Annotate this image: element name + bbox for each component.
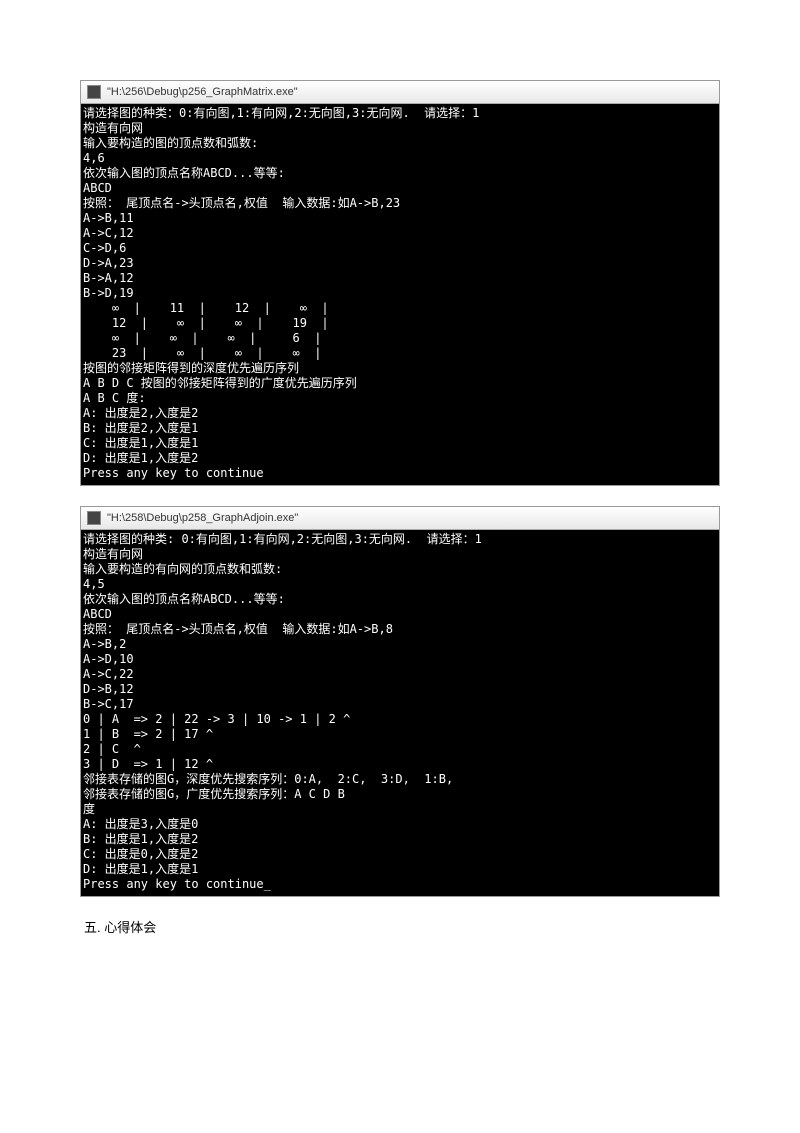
section-heading: 五. 心得体会 (84, 917, 720, 936)
app-icon (87, 511, 101, 525)
console-window-2: "H:\258\Debug\p258_GraphAdjoin.exe" 请选择图… (80, 506, 720, 897)
app-icon (87, 85, 101, 99)
console-window-1: "H:\256\Debug\p256_GraphMatrix.exe" 请选择图… (80, 80, 720, 486)
window-title-2: "H:\258\Debug\p258_GraphAdjoin.exe" (107, 512, 298, 524)
console-output-1: 请选择图的种类：0:有向图,1:有向网,2:无向图,3:无向网. 请选择：1 构… (81, 104, 719, 485)
console-output-2: 请选择图的种类: 0:有向图,1:有向网,2:无向图,3:无向网. 请选择：1 … (81, 530, 719, 896)
title-bar-2[interactable]: "H:\258\Debug\p258_GraphAdjoin.exe" (81, 507, 719, 530)
title-bar-1[interactable]: "H:\256\Debug\p256_GraphMatrix.exe" (81, 81, 719, 104)
window-title-1: "H:\256\Debug\p256_GraphMatrix.exe" (107, 86, 298, 98)
